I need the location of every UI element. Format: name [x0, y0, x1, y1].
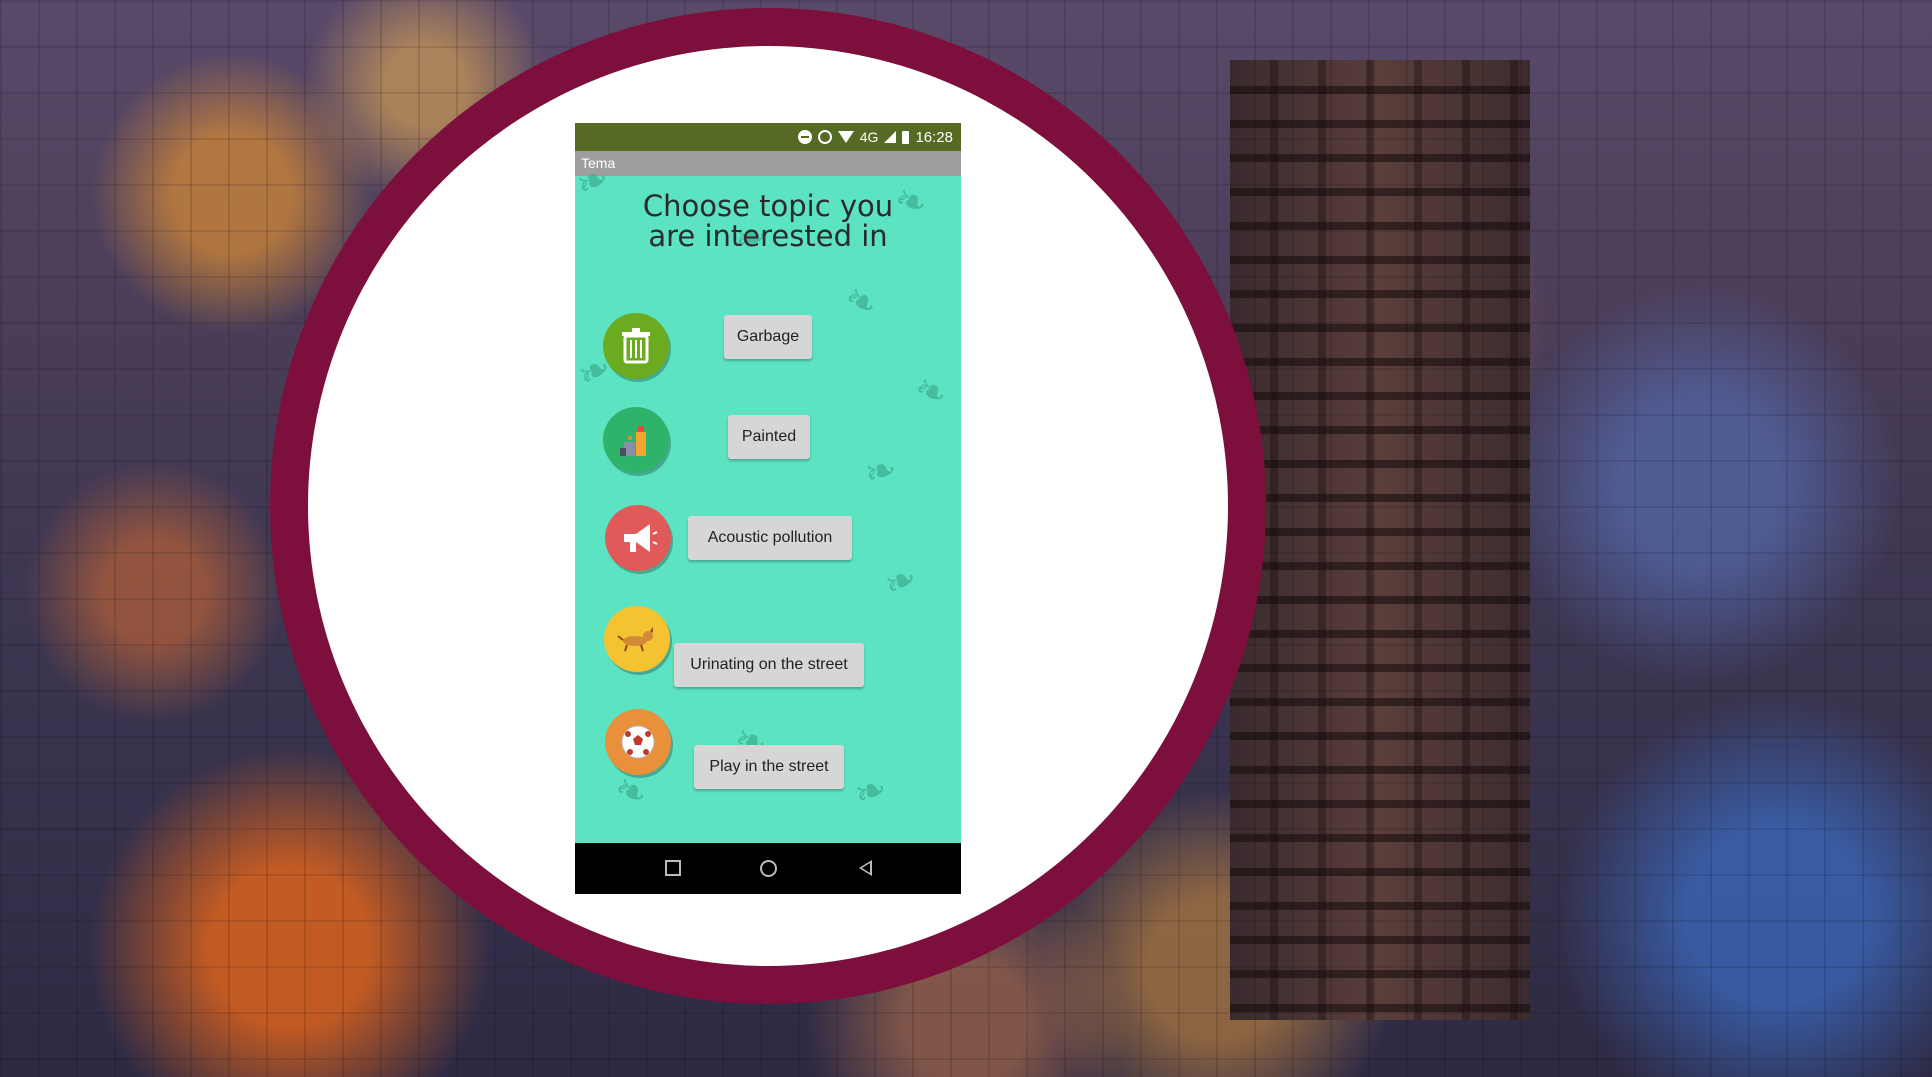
leaf-icon: ❧	[848, 766, 894, 818]
leaf-icon: ❧	[877, 556, 925, 608]
phone-screen: 4G 16:28 Tema ❧ ❧ ❧ ❧ ❧ ❧ ❧ ❧ ❧ ❧ ❧ ❧ Ch…	[575, 123, 961, 894]
home-icon[interactable]	[760, 860, 777, 877]
network-type: 4G	[859, 129, 879, 145]
dog-icon[interactable]	[604, 606, 670, 672]
urinating-on-the-street-button[interactable]: Urinating on the street	[674, 643, 864, 687]
leaf-icon: ❧	[607, 766, 655, 818]
status-time: 16:28	[915, 128, 953, 146]
android-nav-bar	[575, 843, 961, 894]
acoustic-pollution-button[interactable]: Acoustic pollution	[688, 516, 852, 560]
soccer-ball-icon[interactable]	[605, 709, 671, 775]
city-background: 4G 16:28 Tema ❧ ❧ ❧ ❧ ❧ ❧ ❧ ❧ ❧ ❧ ❧ ❧ Ch…	[0, 0, 1932, 1077]
leaf-icon: ❧	[860, 447, 902, 497]
leaf-icon: ❧	[836, 275, 886, 329]
wifi-icon	[837, 131, 854, 143]
do-not-disturb-icon	[797, 130, 812, 144]
app-title-bar: Tema	[575, 151, 961, 176]
painted-button[interactable]: Painted	[728, 415, 810, 459]
status-bar: 4G 16:28	[575, 123, 961, 151]
alarm-icon	[817, 130, 832, 144]
page-heading: Choose topic you are interested in	[642, 189, 894, 253]
spray-paint-icon[interactable]	[603, 407, 669, 473]
megaphone-icon[interactable]	[605, 505, 671, 571]
leaf-icon: ❧	[907, 366, 955, 418]
play-in-the-street-button[interactable]: Play in the street	[694, 745, 844, 789]
trash-bin-icon[interactable]	[603, 313, 669, 379]
back-icon[interactable]	[859, 860, 872, 876]
recent-apps-icon[interactable]	[665, 860, 681, 876]
battery-icon	[902, 130, 910, 144]
signal-icon	[884, 131, 897, 143]
garbage-button[interactable]: Garbage	[724, 315, 812, 359]
